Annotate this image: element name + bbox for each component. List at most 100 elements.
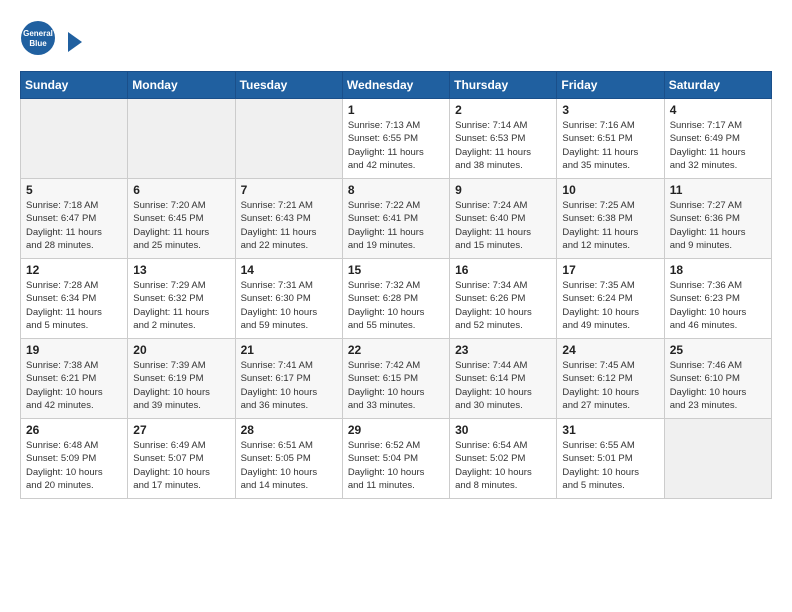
day-number: 17 (562, 263, 658, 277)
day-info: Sunrise: 7:39 AMSunset: 6:19 PMDaylight:… (133, 359, 229, 412)
day-info: Sunrise: 7:25 AMSunset: 6:38 PMDaylight:… (562, 199, 658, 252)
day-number: 24 (562, 343, 658, 357)
day-info: Sunrise: 6:54 AMSunset: 5:02 PMDaylight:… (455, 439, 551, 492)
logo-arrow-icon (68, 32, 82, 52)
calendar-cell: 30 Sunrise: 6:54 AMSunset: 5:02 PMDayligh… (450, 419, 557, 499)
day-number: 9 (455, 183, 551, 197)
day-number: 6 (133, 183, 229, 197)
calendar-cell: 27 Sunrise: 6:49 AMSunset: 5:07 PMDayligh… (128, 419, 235, 499)
day-number: 10 (562, 183, 658, 197)
logo: General Blue (20, 20, 82, 61)
day-info: Sunrise: 7:45 AMSunset: 6:12 PMDaylight:… (562, 359, 658, 412)
calendar-week-row: 5 Sunrise: 7:18 AMSunset: 6:47 PMDaylight… (21, 179, 772, 259)
calendar-cell: 18Sunrise: 7:36 AMSunset: 6:23 PMDayligh… (664, 259, 771, 339)
day-number: 23 (455, 343, 551, 357)
day-info: Sunrise: 7:32 AMSunset: 6:28 PMDaylight:… (348, 279, 444, 332)
calendar-cell: 4Sunrise: 7:17 AMSunset: 6:49 PMDaylight… (664, 99, 771, 179)
day-info: Sunrise: 6:52 AMSunset: 5:04 PMDaylight:… (348, 439, 444, 492)
column-header-saturday: Saturday (664, 72, 771, 99)
calendar-cell: 2 Sunrise: 7:14 AMSunset: 6:53 PMDaylight… (450, 99, 557, 179)
day-info: Sunrise: 7:13 AMSunset: 6:55 PMDaylight:… (348, 119, 444, 172)
column-header-friday: Friday (557, 72, 664, 99)
day-info: Sunrise: 6:51 AMSunset: 5:05 PMDaylight:… (241, 439, 337, 492)
day-info: Sunrise: 7:44 AMSunset: 6:14 PMDaylight:… (455, 359, 551, 412)
calendar-cell: 21 Sunrise: 7:41 AMSunset: 6:17 PMDayligh… (235, 339, 342, 419)
calendar-cell: 12 Sunrise: 7:28 AMSunset: 6:34 PMDayligh… (21, 259, 128, 339)
calendar-cell: 22Sunrise: 7:42 AMSunset: 6:15 PMDayligh… (342, 339, 449, 419)
day-info: Sunrise: 7:21 AMSunset: 6:43 PMDaylight:… (241, 199, 337, 252)
day-info: Sunrise: 7:24 AMSunset: 6:40 PMDaylight:… (455, 199, 551, 252)
calendar-cell: 16Sunrise: 7:34 AMSunset: 6:26 PMDayligh… (450, 259, 557, 339)
day-number: 3 (562, 103, 658, 117)
calendar-header-row: SundayMondayTuesdayWednesdayThursdayFrid… (21, 72, 772, 99)
calendar-cell: 19 Sunrise: 7:38 AMSunset: 6:21 PMDayligh… (21, 339, 128, 419)
calendar-cell (235, 99, 342, 179)
calendar-cell: 13 Sunrise: 7:29 AMSunset: 6:32 PMDayligh… (128, 259, 235, 339)
day-info: Sunrise: 7:46 AMSunset: 6:10 PMDaylight:… (670, 359, 766, 412)
svg-text:General: General (23, 29, 53, 38)
day-info: Sunrise: 7:29 AMSunset: 6:32 PMDaylight:… (133, 279, 229, 332)
calendar-week-row: 1Sunrise: 7:13 AMSunset: 6:55 PMDaylight… (21, 99, 772, 179)
day-number: 8 (348, 183, 444, 197)
day-number: 26 (26, 423, 122, 437)
calendar-cell: 31 Sunrise: 6:55 AMSunset: 5:01 PMDayligh… (557, 419, 664, 499)
day-number: 15 (348, 263, 444, 277)
day-number: 29 (348, 423, 444, 437)
calendar-cell: 25 Sunrise: 7:46 AMSunset: 6:10 PMDayligh… (664, 339, 771, 419)
calendar-cell: 3 Sunrise: 7:16 AMSunset: 6:51 PMDaylight… (557, 99, 664, 179)
column-header-wednesday: Wednesday (342, 72, 449, 99)
calendar-cell: 20 Sunrise: 7:39 AMSunset: 6:19 PMDayligh… (128, 339, 235, 419)
day-number: 27 (133, 423, 229, 437)
calendar-cell: 8 Sunrise: 7:22 AMSunset: 6:41 PMDaylight… (342, 179, 449, 259)
day-number: 7 (241, 183, 337, 197)
svg-text:Blue: Blue (29, 39, 47, 48)
day-number: 14 (241, 263, 337, 277)
day-number: 21 (241, 343, 337, 357)
calendar-cell: 23 Sunrise: 7:44 AMSunset: 6:14 PMDayligh… (450, 339, 557, 419)
day-info: Sunrise: 7:34 AMSunset: 6:26 PMDaylight:… (455, 279, 551, 332)
day-info: Sunrise: 7:14 AMSunset: 6:53 PMDaylight:… (455, 119, 551, 172)
day-number: 11 (670, 183, 766, 197)
calendar-cell: 10 Sunrise: 7:25 AMSunset: 6:38 PMDayligh… (557, 179, 664, 259)
day-number: 5 (26, 183, 122, 197)
day-number: 12 (26, 263, 122, 277)
day-info: Sunrise: 7:31 AMSunset: 6:30 PMDaylight:… (241, 279, 337, 332)
column-header-monday: Monday (128, 72, 235, 99)
calendar-cell: 15 Sunrise: 7:32 AMSunset: 6:28 PMDayligh… (342, 259, 449, 339)
day-number: 19 (26, 343, 122, 357)
calendar-cell: 9 Sunrise: 7:24 AMSunset: 6:40 PMDaylight… (450, 179, 557, 259)
day-number: 31 (562, 423, 658, 437)
calendar-cell (21, 99, 128, 179)
calendar-week-row: 19 Sunrise: 7:38 AMSunset: 6:21 PMDayligh… (21, 339, 772, 419)
day-number: 2 (455, 103, 551, 117)
day-number: 13 (133, 263, 229, 277)
day-info: Sunrise: 7:20 AMSunset: 6:45 PMDaylight:… (133, 199, 229, 252)
day-number: 30 (455, 423, 551, 437)
page-header: General Blue (20, 20, 772, 61)
calendar-cell: 14 Sunrise: 7:31 AMSunset: 6:30 PMDayligh… (235, 259, 342, 339)
day-number: 18 (670, 263, 766, 277)
day-number: 20 (133, 343, 229, 357)
day-info: Sunrise: 6:55 AMSunset: 5:01 PMDaylight:… (562, 439, 658, 492)
day-number: 28 (241, 423, 337, 437)
day-info: Sunrise: 7:27 AMSunset: 6:36 PMDaylight:… (670, 199, 766, 252)
day-info: Sunrise: 7:22 AMSunset: 6:41 PMDaylight:… (348, 199, 444, 252)
day-info: Sunrise: 7:18 AMSunset: 6:47 PMDaylight:… (26, 199, 122, 252)
day-info: Sunrise: 7:35 AMSunset: 6:24 PMDaylight:… (562, 279, 658, 332)
calendar-week-row: 26Sunrise: 6:48 AMSunset: 5:09 PMDayligh… (21, 419, 772, 499)
day-info: Sunrise: 7:38 AMSunset: 6:21 PMDaylight:… (26, 359, 122, 412)
column-header-thursday: Thursday (450, 72, 557, 99)
day-info: Sunrise: 7:16 AMSunset: 6:51 PMDaylight:… (562, 119, 658, 172)
column-header-sunday: Sunday (21, 72, 128, 99)
calendar-cell (664, 419, 771, 499)
calendar-cell: 6 Sunrise: 7:20 AMSunset: 6:45 PMDaylight… (128, 179, 235, 259)
day-info: Sunrise: 6:49 AMSunset: 5:07 PMDaylight:… (133, 439, 229, 492)
day-info: Sunrise: 7:28 AMSunset: 6:34 PMDaylight:… (26, 279, 122, 332)
calendar-cell: 17 Sunrise: 7:35 AMSunset: 6:24 PMDayligh… (557, 259, 664, 339)
day-info: Sunrise: 7:41 AMSunset: 6:17 PMDaylight:… (241, 359, 337, 412)
day-number: 25 (670, 343, 766, 357)
calendar-cell: 29 Sunrise: 6:52 AMSunset: 5:04 PMDayligh… (342, 419, 449, 499)
day-number: 4 (670, 103, 766, 117)
column-header-tuesday: Tuesday (235, 72, 342, 99)
calendar-cell: 5 Sunrise: 7:18 AMSunset: 6:47 PMDaylight… (21, 179, 128, 259)
